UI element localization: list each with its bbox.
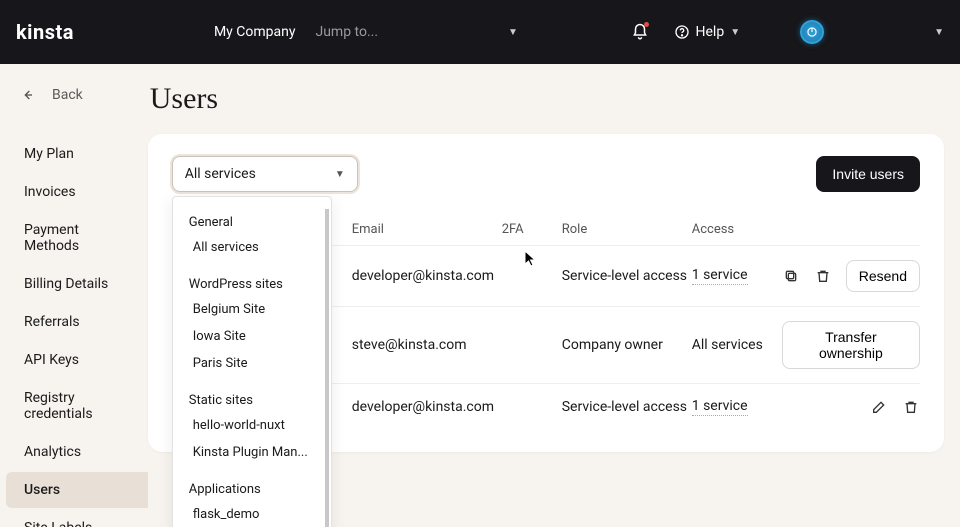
dropdown-item[interactable]: All services xyxy=(173,234,325,261)
arrow-left-icon xyxy=(18,86,38,104)
dropdown-item[interactable]: Paris Site xyxy=(173,350,325,377)
sidebar-item-invoices[interactable]: Invoices xyxy=(6,174,148,210)
dropdown-group-label: Static sites xyxy=(173,387,325,412)
content: Users All services ▼ GeneralAll services… xyxy=(148,64,960,527)
page-title: Users xyxy=(150,82,944,116)
sidebar-item-billing-details[interactable]: Billing Details xyxy=(6,266,148,302)
row-actions: Resend xyxy=(782,260,920,292)
users-panel: All services ▼ GeneralAll servicesWordPr… xyxy=(148,134,944,452)
dropdown-item[interactable]: Kinsta Plugin Man... xyxy=(173,439,325,466)
cell-role: Service-level access xyxy=(562,268,692,284)
back-label: Back xyxy=(52,87,83,103)
jump-to[interactable]: Jump to... ▼ xyxy=(315,24,517,40)
col-2fa: 2FA xyxy=(502,222,562,237)
topbar: kinsta My Company Jump to... ▼ Help ▼ ▼ xyxy=(0,0,960,64)
notifications-button[interactable] xyxy=(626,18,654,46)
access-link[interactable]: 1 service xyxy=(692,267,748,285)
service-filter-button[interactable]: All services ▼ xyxy=(172,156,358,192)
dropdown-group-label: Applications xyxy=(173,476,325,501)
cell-role: Service-level access xyxy=(562,399,692,415)
cell-email: developer@kinsta.com xyxy=(352,268,502,284)
resend-button[interactable]: Resend xyxy=(846,260,920,292)
col-email: Email xyxy=(352,222,502,237)
cell-email: developer@kinsta.com xyxy=(352,399,502,415)
col-access: Access xyxy=(692,222,782,237)
row-actions xyxy=(782,398,920,416)
col-role: Role xyxy=(562,222,692,237)
dropdown-item[interactable]: flask_demo xyxy=(173,501,325,527)
help-icon xyxy=(674,24,690,40)
dropdown-item[interactable]: Iowa Site xyxy=(173,323,325,350)
access-link: All services xyxy=(692,337,763,353)
cell-access: 1 service xyxy=(692,267,782,285)
jump-to-label: Jump to... xyxy=(315,24,378,40)
edit-icon[interactable] xyxy=(870,398,888,416)
sidebar-item-analytics[interactable]: Analytics xyxy=(6,434,148,470)
help-menu[interactable]: Help ▼ xyxy=(674,24,741,40)
service-filter: All services ▼ GeneralAll servicesWordPr… xyxy=(172,156,358,192)
transfer-button[interactable]: Transfer ownership xyxy=(782,321,920,369)
dropdown-item[interactable]: Belgium Site xyxy=(173,296,325,323)
row-actions: Transfer ownership xyxy=(782,321,920,369)
help-label: Help xyxy=(696,24,725,40)
cell-email: steve@kinsta.com xyxy=(352,337,502,353)
sidebar-item-registry-credentials[interactable]: Registry credentials xyxy=(6,380,148,432)
logo: kinsta xyxy=(16,20,74,44)
cell-role: Company owner xyxy=(562,337,692,353)
company-selector[interactable]: My Company xyxy=(214,24,296,40)
delete-icon[interactable] xyxy=(814,267,832,285)
chevron-down-icon: ▼ xyxy=(508,27,518,38)
notification-dot xyxy=(644,22,649,27)
access-link[interactable]: 1 service xyxy=(692,398,748,416)
sidebar-item-referrals[interactable]: Referrals xyxy=(6,304,148,340)
chevron-down-icon: ▼ xyxy=(730,27,740,38)
service-filter-value: All services xyxy=(185,166,256,182)
dropdown-group-label: General xyxy=(173,209,325,234)
sidebar-item-users[interactable]: Users xyxy=(6,472,148,508)
service-filter-dropdown: GeneralAll services WordPress sitesBelgiu… xyxy=(172,196,332,527)
chevron-down-icon: ▼ xyxy=(335,169,345,180)
invite-users-button[interactable]: Invite users xyxy=(816,156,920,192)
sidebar: Back My PlanInvoicesPayment MethodsBilli… xyxy=(0,64,148,527)
cell-access: All services xyxy=(692,337,782,353)
power-icon xyxy=(805,25,819,39)
dropdown-item[interactable]: hello-world-nuxt xyxy=(173,412,325,439)
sidebar-item-payment-methods[interactable]: Payment Methods xyxy=(6,212,148,264)
cell-access: 1 service xyxy=(692,398,782,416)
sidebar-item-my-plan[interactable]: My Plan xyxy=(6,136,148,172)
copy-icon[interactable] xyxy=(782,267,800,285)
sidebar-item-site-labels[interactable]: Site Labels xyxy=(6,510,148,527)
sidebar-item-api-keys[interactable]: API Keys xyxy=(6,342,148,378)
chevron-down-icon[interactable]: ▼ xyxy=(934,27,944,38)
delete-icon[interactable] xyxy=(902,398,920,416)
back-button[interactable]: Back xyxy=(0,86,148,122)
user-avatar[interactable] xyxy=(800,20,824,44)
dropdown-group-label: WordPress sites xyxy=(173,271,325,296)
